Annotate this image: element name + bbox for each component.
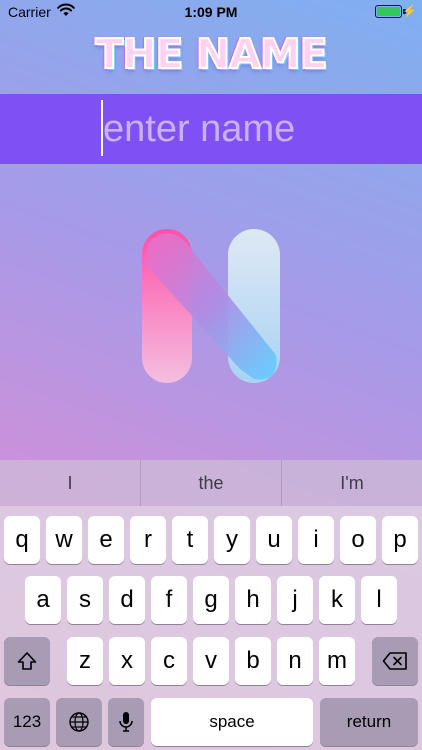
key-u[interactable]: u [256, 516, 292, 564]
key-l[interactable]: l [361, 576, 397, 624]
key-a[interactable]: a [25, 576, 61, 624]
key-t[interactable]: t [172, 516, 208, 564]
key-z[interactable]: z [67, 637, 103, 685]
key-f[interactable]: f [151, 576, 187, 624]
shift-icon [17, 652, 37, 670]
suggestion-3[interactable]: I'm [281, 460, 422, 506]
suggestion-1[interactable]: I [0, 460, 140, 506]
battery-icon [375, 5, 402, 18]
app-logo-text: THE NAME [94, 29, 328, 79]
key-d[interactable]: d [109, 576, 145, 624]
globe-key[interactable] [56, 698, 102, 746]
key-o[interactable]: o [340, 516, 376, 564]
name-entry-bar [0, 94, 422, 164]
shift-key[interactable] [4, 637, 50, 685]
text-cursor [101, 100, 103, 156]
key-g[interactable]: g [193, 576, 229, 624]
key-q[interactable]: q [4, 516, 40, 564]
key-m[interactable]: m [319, 637, 355, 685]
dictation-key[interactable] [108, 698, 144, 746]
key-w[interactable]: w [46, 516, 82, 564]
key-n[interactable]: n [277, 637, 313, 685]
key-j[interactable]: j [277, 576, 313, 624]
delete-icon [382, 652, 407, 670]
key-c[interactable]: c [151, 637, 187, 685]
key-p[interactable]: p [382, 516, 418, 564]
keyboard: q w e r t y u i o p a s d f g h j k l z … [0, 506, 422, 750]
return-key[interactable]: return [320, 698, 418, 746]
numbers-key[interactable]: 123 [4, 698, 50, 746]
name-input[interactable] [103, 100, 403, 158]
key-s[interactable]: s [67, 576, 103, 624]
space-key[interactable]: space [151, 698, 313, 746]
clock: 1:09 PM [184, 4, 238, 20]
suggestion-2[interactable]: the [140, 460, 281, 506]
n-emblem-icon [142, 229, 280, 383]
key-x[interactable]: x [109, 637, 145, 685]
key-r[interactable]: r [130, 516, 166, 564]
app-logo: THE NAME [0, 29, 422, 80]
key-v[interactable]: v [193, 637, 229, 685]
key-i[interactable]: i [298, 516, 334, 564]
status-bar: Carrier 1:09 PM ⚡ [0, 0, 422, 24]
key-k[interactable]: k [319, 576, 355, 624]
predictive-suggestions: I the I'm [0, 460, 422, 506]
key-y[interactable]: y [214, 516, 250, 564]
microphone-icon [119, 712, 133, 732]
key-b[interactable]: b [235, 637, 271, 685]
key-h[interactable]: h [235, 576, 271, 624]
globe-icon [69, 712, 89, 732]
delete-key[interactable] [372, 637, 418, 685]
charging-bolt-icon: ⚡ [402, 4, 417, 18]
key-e[interactable]: e [88, 516, 124, 564]
